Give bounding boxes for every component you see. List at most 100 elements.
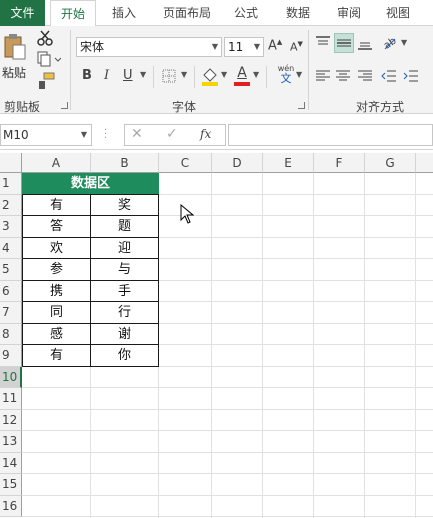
row-header[interactable]: 13 (0, 431, 22, 453)
column-header[interactable]: G (365, 153, 416, 173)
row-header[interactable]: 11 (0, 388, 22, 410)
cell-col-b[interactable]: 奖 (90, 193, 159, 216)
chevron-down-icon: ▼ (253, 42, 260, 51)
cancel-icon[interactable]: ✕ (131, 126, 143, 142)
paste-label[interactable]: 粘贴 (2, 64, 26, 81)
shrink-font-button[interactable]: A▼ (290, 40, 303, 54)
row-header[interactable]: 8 (0, 323, 22, 345)
copy-icon[interactable] (36, 51, 62, 67)
row-header[interactable]: 16 (0, 495, 22, 517)
column-header[interactable]: B (91, 153, 159, 173)
cell-col-a[interactable]: 同 (22, 301, 91, 324)
row-header[interactable]: 4 (0, 237, 22, 259)
tab-insert[interactable]: 插入 (104, 0, 144, 26)
gridline-h (22, 473, 433, 474)
worksheet-grid[interactable]: A B C D E F G 1 2 3 4 5 6 7 8 9 10 11 12 13 14 15 16 数据… (0, 153, 433, 518)
borders-icon[interactable] (161, 68, 177, 84)
cell-col-b[interactable]: 谢 (90, 322, 159, 345)
tab-data[interactable]: 数据 (278, 0, 318, 26)
decrease-indent-icon[interactable] (380, 67, 398, 85)
gridline-h (22, 430, 433, 431)
phonetic-button[interactable]: wén 文 (274, 64, 298, 84)
font-color-dropdown-icon[interactable]: ▼ (253, 70, 259, 79)
ribbon-separator (70, 30, 71, 110)
cell-col-a[interactable]: 有 (22, 193, 91, 216)
cell-col-b[interactable]: 行 (90, 301, 159, 324)
row-header[interactable]: 2 (0, 194, 22, 216)
row-header[interactable]: 15 (0, 474, 22, 496)
italic-button[interactable]: I (104, 68, 109, 83)
grow-font-button[interactable]: A▲ (268, 38, 282, 53)
align-top-icon[interactable] (314, 34, 332, 52)
row-header[interactable]: 12 (0, 409, 22, 431)
phonetic-bottom: 文 (280, 72, 292, 85)
clipboard-launcher-icon[interactable] (61, 102, 68, 109)
format-painter-icon[interactable] (36, 72, 56, 90)
tab-file[interactable]: 文件 (0, 0, 45, 26)
font-name-select[interactable]: 宋体 ▼ (76, 37, 222, 57)
column-header-partial[interactable] (416, 153, 433, 173)
row-header[interactable]: 9 (0, 345, 22, 367)
column-header[interactable]: F (314, 153, 365, 173)
formula-input[interactable] (228, 124, 433, 146)
gridline-h (22, 451, 433, 453)
tab-review[interactable]: 审阅 (329, 0, 369, 26)
align-middle-icon[interactable] (334, 33, 354, 53)
column-header[interactable]: A (22, 153, 91, 173)
cell-col-a[interactable]: 答 (22, 215, 91, 238)
cell-col-a[interactable]: 有 (22, 344, 91, 367)
column-header[interactable]: E (263, 153, 314, 173)
font-launcher-icon[interactable] (298, 102, 305, 109)
phonetic-dropdown-icon[interactable]: ▼ (296, 70, 302, 79)
column-header[interactable]: C (159, 153, 212, 173)
font-color-button[interactable]: A (234, 65, 250, 86)
name-box[interactable]: M10 ▼ (0, 124, 92, 146)
tab-home[interactable]: 开始 (50, 0, 96, 27)
cell-col-b[interactable]: 题 (90, 215, 159, 238)
row-header[interactable]: 3 (0, 216, 22, 238)
select-all-corner[interactable] (0, 153, 22, 173)
font-size-select[interactable]: 11 ▼ (224, 37, 264, 57)
formula-bar: M10 ▼ · · · ✕ ✓ fx (0, 115, 433, 150)
borders-dropdown-icon[interactable]: ▼ (181, 70, 187, 79)
underline-dropdown-icon[interactable]: ▼ (140, 70, 146, 79)
paste-icon[interactable] (2, 32, 28, 62)
bold-button[interactable]: B (82, 68, 92, 83)
increase-indent-icon[interactable] (402, 67, 420, 85)
fill-color-dropdown-icon[interactable]: ▼ (221, 70, 227, 79)
row-header[interactable]: 7 (0, 302, 22, 324)
align-left-icon[interactable] (314, 67, 332, 85)
row-header[interactable]: 14 (0, 452, 22, 474)
row-header[interactable]: 1 (0, 173, 22, 195)
column-header[interactable]: D (212, 153, 263, 173)
data-header-cell[interactable]: 数据区 (22, 173, 159, 195)
cell-col-b[interactable]: 与 (90, 258, 159, 281)
orientation-dropdown-icon[interactable]: ▼ (401, 38, 407, 47)
cell-col-b[interactable]: 你 (90, 344, 159, 367)
tab-formulas[interactable]: 公式 (226, 0, 266, 26)
row-header[interactable]: 5 (0, 259, 22, 281)
cell-col-a[interactable]: 感 (22, 322, 91, 345)
cell-col-a[interactable]: 携 (22, 279, 91, 302)
tab-page-layout[interactable]: 页面布局 (158, 0, 216, 26)
ribbon-home: 粘贴 剪贴板 宋体 ▼ 11 ▼ A▲ A▼ B I U ▼ ▼ ▼ A ▼ w… (0, 26, 433, 114)
align-right-icon[interactable] (356, 67, 374, 85)
cut-icon[interactable] (36, 29, 54, 47)
cell-col-b[interactable]: 手 (90, 279, 159, 302)
tab-view[interactable]: 视图 (378, 0, 418, 26)
cell-col-a[interactable]: 参 (22, 258, 91, 281)
cell-col-b[interactable]: 迎 (90, 236, 159, 259)
row-header[interactable]: 6 (0, 280, 22, 302)
align-bottom-icon[interactable] (356, 34, 374, 52)
insert-function-button[interactable]: fx (200, 127, 211, 141)
fill-color-icon[interactable] (201, 66, 219, 86)
cell-col-a[interactable]: 欢 (22, 236, 91, 259)
orientation-icon[interactable]: ab (380, 32, 400, 52)
underline-button[interactable]: U (123, 68, 133, 83)
enter-icon[interactable]: ✓ (166, 126, 178, 142)
mouse-cursor-icon (180, 203, 195, 227)
ribbon-tabs: 文件 开始 插入 页面布局 公式 数据 审阅 视图 (0, 0, 433, 27)
align-center-icon[interactable] (334, 67, 352, 85)
row-header[interactable]: 10 (0, 366, 22, 388)
gridline-v (415, 173, 416, 518)
